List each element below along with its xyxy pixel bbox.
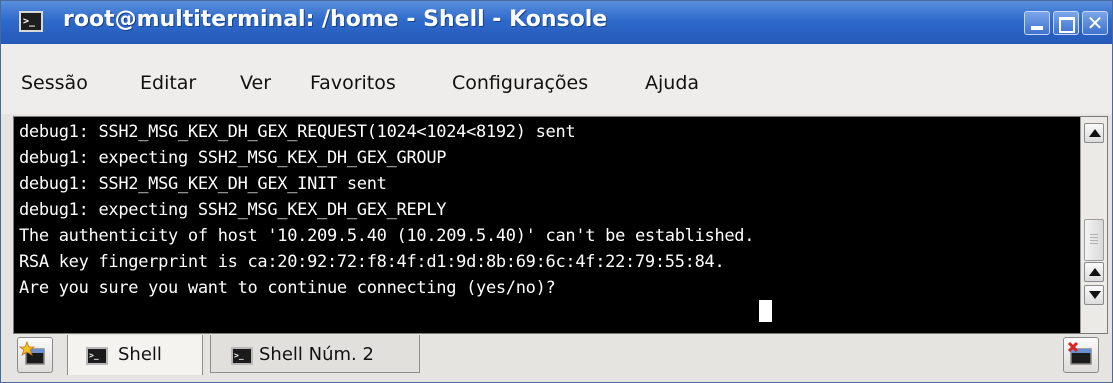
close-session-button[interactable] [1063, 337, 1099, 373]
terminal-prompt-line: Are you sure you want to continue connec… [19, 278, 566, 298]
terminal-line: debug1: expecting SSH2_MSG_KEX_DH_GEX_RE… [19, 200, 447, 220]
terminal-line: The authenticity of host '10.209.5.40 (1… [19, 226, 755, 246]
menu-editar[interactable]: Editar [140, 72, 196, 94]
scroll-up-button[interactable] [1084, 123, 1104, 143]
arrow-up-icon [1089, 268, 1101, 276]
new-session-icon [18, 340, 45, 365]
menu-sessao[interactable]: Sessão [21, 72, 88, 94]
arrow-down-icon [1089, 291, 1101, 299]
menu-favoritos[interactable]: Favoritos [310, 72, 396, 94]
menu-configuracoes[interactable]: Configurações [452, 72, 588, 94]
scroll-up-button-lower[interactable] [1084, 262, 1104, 282]
menu-ver[interactable]: Ver [240, 72, 271, 94]
terminal-line: debug1: SSH2_MSG_KEX_DH_GEX_INIT sent [19, 174, 387, 194]
konsole-icon[interactable]: >_ [19, 11, 43, 32]
close-icon: ✕ [1086, 11, 1104, 35]
terminal-line: debug1: SSH2_MSG_KEX_DH_GEX_REQUEST(1024… [19, 122, 576, 142]
new-session-button[interactable] [17, 337, 53, 373]
minimize-button[interactable] [1024, 11, 1050, 35]
scrollbar-thumb[interactable] [1084, 219, 1104, 261]
tab-label: Shell Núm. 2 [259, 344, 374, 365]
maximize-button[interactable] [1053, 11, 1079, 35]
title-bar[interactable]: >_ root@multiterminal: /home - Shell - K… [1, 1, 1112, 44]
vertical-scrollbar[interactable] [1080, 117, 1107, 333]
tab-shell-2[interactable]: >_ Shell Núm. 2 [210, 335, 420, 373]
konsole-icon: >_ [231, 347, 253, 365]
tab-label: Shell [118, 344, 162, 365]
menu-bar: Sessão Editar Ver Favoritos Configuraçõe… [1, 44, 1112, 114]
konsole-window: >_ root@multiterminal: /home - Shell - K… [0, 0, 1113, 383]
terminal-output[interactable]: debug1: SSH2_MSG_KEX_DH_GEX_REQUEST(1024… [14, 117, 1079, 333]
text-cursor [759, 300, 772, 322]
close-button[interactable]: ✕ [1082, 11, 1108, 35]
arrow-up-icon [1089, 129, 1101, 137]
scroll-down-button[interactable] [1084, 285, 1104, 305]
terminal-line: RSA key fingerprint is ca:20:92:72:f8:4f… [19, 252, 725, 272]
konsole-icon: >_ [86, 347, 108, 365]
terminal-line: debug1: expecting SSH2_MSG_KEX_DH_GEX_GR… [19, 148, 447, 168]
window-title: root@multiterminal: /home - Shell - Kons… [63, 7, 608, 32]
terminal-frame: debug1: SSH2_MSG_KEX_DH_GEX_REQUEST(1024… [13, 116, 1108, 334]
session-tab-bar: >_ Shell >_ Shell Núm. 2 [1, 335, 1112, 382]
menu-ajuda[interactable]: Ajuda [645, 72, 699, 94]
tab-shell[interactable]: >_ Shell [67, 335, 203, 375]
close-session-icon [1067, 341, 1092, 365]
